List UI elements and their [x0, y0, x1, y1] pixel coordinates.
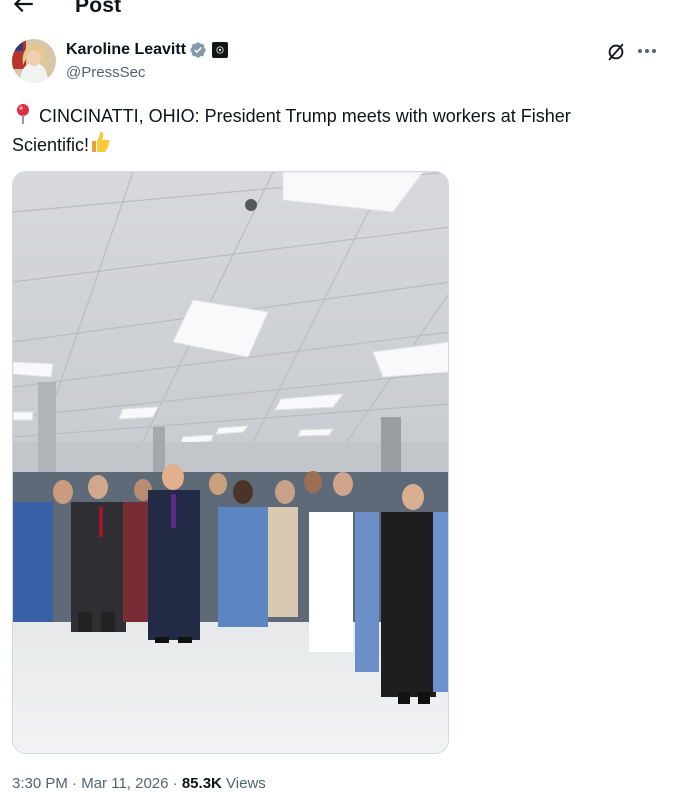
- more-options-icon[interactable]: [634, 40, 660, 62]
- post-date[interactable]: Mar 11, 2026: [81, 775, 168, 792]
- views-label: Views: [221, 775, 266, 792]
- avatar[interactable]: [12, 39, 56, 83]
- views-count: 85.3K: [181, 775, 222, 792]
- post-time[interactable]: 3:30 PM: [12, 775, 68, 792]
- verified-badge-icon[interactable]: [189, 41, 207, 59]
- post-meta: 3:30 PM · Mar 11, 2026 · 85.3K Views: [12, 775, 266, 792]
- author-handle[interactable]: @PressSec: [66, 64, 145, 81]
- author-name[interactable]: Karoline Leavitt: [66, 41, 186, 59]
- top-bar: Post: [0, 0, 673, 26]
- post-photo[interactable]: [12, 171, 449, 754]
- author-row: Karoline Leavitt: [66, 40, 229, 60]
- thumbs-up-icon: [92, 131, 110, 152]
- page-title: Post: [75, 0, 122, 17]
- affiliation-badge-icon[interactable]: [212, 42, 229, 58]
- grok-icon[interactable]: [605, 41, 627, 63]
- meta-separator: ·: [67, 775, 82, 792]
- tweet-text: CINCINATTI, OHIO: President Trump meets …: [12, 103, 652, 159]
- meta-separator: ·: [168, 775, 182, 792]
- round-pushpin-icon: [17, 104, 29, 124]
- back-arrow-icon[interactable]: [10, 0, 36, 17]
